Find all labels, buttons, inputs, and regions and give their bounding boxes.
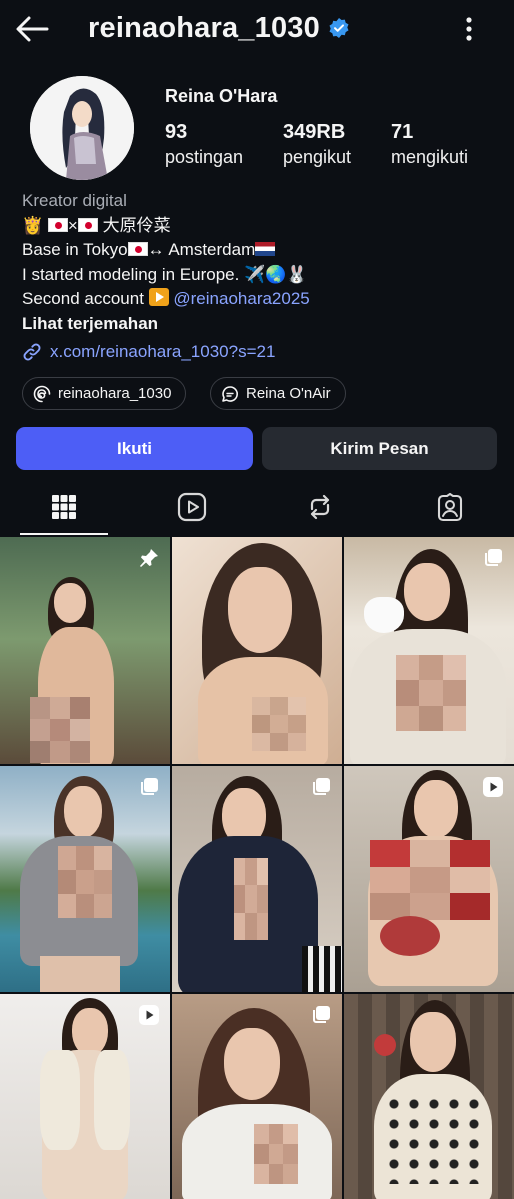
- profile-bio: Kreator digital 👸 × 大原伶菜 Base in Tokyo ↔ …: [22, 189, 502, 312]
- japan-flag-icon: [127, 242, 148, 256]
- profile-category: Kreator digital: [22, 191, 127, 210]
- post-thumbnail[interactable]: [172, 994, 342, 1199]
- verified-badge-icon: [328, 17, 350, 39]
- bio-line-name: 👸 × 大原伶菜: [22, 215, 171, 235]
- netherlands-flag-icon: [255, 242, 276, 256]
- bio-line-base: Base in Tokyo ↔ Amsterdam: [22, 238, 502, 263]
- carousel-icon: [141, 778, 158, 795]
- post-thumbnail[interactable]: [172, 537, 342, 764]
- profile-tabs: [0, 478, 514, 536]
- broadcast-channel-label: Reina O'nAir: [246, 385, 331, 402]
- reel-play-icon: [139, 1005, 159, 1025]
- post-thumbnail[interactable]: [0, 537, 170, 764]
- profile-avatar[interactable]: [30, 76, 134, 180]
- reel-play-icon: [483, 777, 503, 797]
- carousel-icon: [313, 1006, 330, 1023]
- princess-emoji-icon: 👸: [22, 215, 44, 235]
- post-thumbnail[interactable]: [344, 994, 514, 1199]
- broadcast-channel-chip[interactable]: Reina O'nAir: [210, 377, 346, 410]
- second-account-link[interactable]: @reinaohara2025: [173, 289, 309, 308]
- tagged-person-icon: [437, 492, 463, 522]
- stat-posts-label: postingan: [165, 147, 244, 167]
- chat-bubble-icon: [222, 385, 238, 402]
- message-button[interactable]: Kirim Pesan: [262, 427, 497, 470]
- stat-following[interactable]: 71 mengikuti: [391, 120, 468, 170]
- external-link[interactable]: x.com/reinaohara_1030?s=21: [22, 342, 275, 362]
- carousel-icon: [313, 778, 330, 795]
- see-translation-link[interactable]: Lihat terjemahan: [22, 314, 158, 334]
- play-button-emoji-icon: [148, 288, 169, 306]
- reels-play-icon: [177, 492, 207, 522]
- tab-grid[interactable]: [0, 478, 128, 536]
- post-thumbnail[interactable]: [0, 766, 170, 992]
- link-icon: [23, 343, 41, 361]
- posts-grid: [0, 537, 514, 1199]
- profile-username: reinaohara_1030: [88, 12, 320, 44]
- stat-followers-count: 349RB: [283, 121, 346, 143]
- stat-followers-label: pengikut: [283, 147, 352, 167]
- bio-line-modeling: I started modeling in Europe. ✈️🌏🐰: [22, 264, 308, 284]
- post-thumbnail[interactable]: [0, 994, 170, 1199]
- japan-flag-icon: [77, 217, 98, 232]
- stat-posts-count: 93: [165, 121, 188, 143]
- top-bar: reinaohara_1030: [0, 0, 514, 58]
- active-tab-indicator: [20, 533, 108, 535]
- bio-japanese-name: 大原伶菜: [102, 215, 171, 235]
- bio-second-account-text: Second account: [22, 289, 149, 308]
- bio-line-second-account: Second account @reinaohara2025: [22, 287, 502, 312]
- external-link-text: x.com/reinaohara_1030?s=21: [50, 342, 276, 361]
- threads-chip[interactable]: reinaohara_1030: [22, 377, 187, 410]
- tab-tagged[interactable]: [386, 478, 514, 536]
- repost-icon: [310, 494, 330, 520]
- stat-posts[interactable]: 93 postingan: [165, 120, 243, 170]
- pin-icon: [140, 549, 158, 567]
- carousel-icon: [485, 549, 502, 566]
- bio-base-text: Base in Tokyo: [22, 240, 128, 259]
- stat-following-count: 71: [391, 121, 414, 143]
- japan-flag-icon: [47, 217, 68, 232]
- profile-full-name: Reina O'Hara: [165, 86, 278, 106]
- threads-chip-label: reinaohara_1030: [58, 385, 172, 402]
- tab-reposts[interactable]: [256, 478, 384, 536]
- post-thumbnail[interactable]: [344, 766, 514, 992]
- stat-followers[interactable]: 349RB pengikut: [283, 120, 351, 170]
- stat-following-label: mengikuti: [391, 147, 469, 167]
- tab-reels[interactable]: [128, 478, 256, 536]
- bio-amsterdam-text: ↔ Amsterdam: [147, 240, 256, 259]
- more-vertical-icon[interactable]: [458, 14, 480, 44]
- grid-icon: [52, 495, 76, 519]
- threads-icon: [33, 385, 51, 402]
- post-thumbnail[interactable]: [172, 766, 342, 992]
- post-thumbnail[interactable]: [344, 537, 514, 764]
- back-arrow-icon[interactable]: [14, 12, 50, 46]
- follow-button[interactable]: Ikuti: [16, 427, 253, 470]
